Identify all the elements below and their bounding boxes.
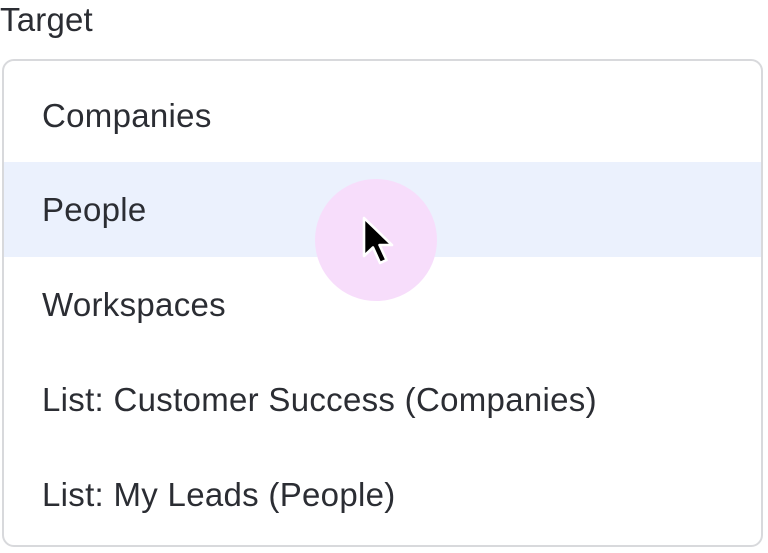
target-field-label: Target [0, 1, 93, 38]
dropdown-option-workspaces[interactable]: Workspaces [4, 257, 761, 352]
dropdown-option-companies[interactable]: Companies [4, 61, 761, 162]
dropdown-option-list-customer-success[interactable]: List: Customer Success (Companies) [4, 352, 761, 447]
dropdown-option-people[interactable]: People [4, 162, 761, 257]
dropdown-option-list-my-leads[interactable]: List: My Leads (People) [4, 447, 761, 542]
target-dropdown-menu[interactable]: Companies People Workspaces List: Custom… [2, 59, 763, 547]
